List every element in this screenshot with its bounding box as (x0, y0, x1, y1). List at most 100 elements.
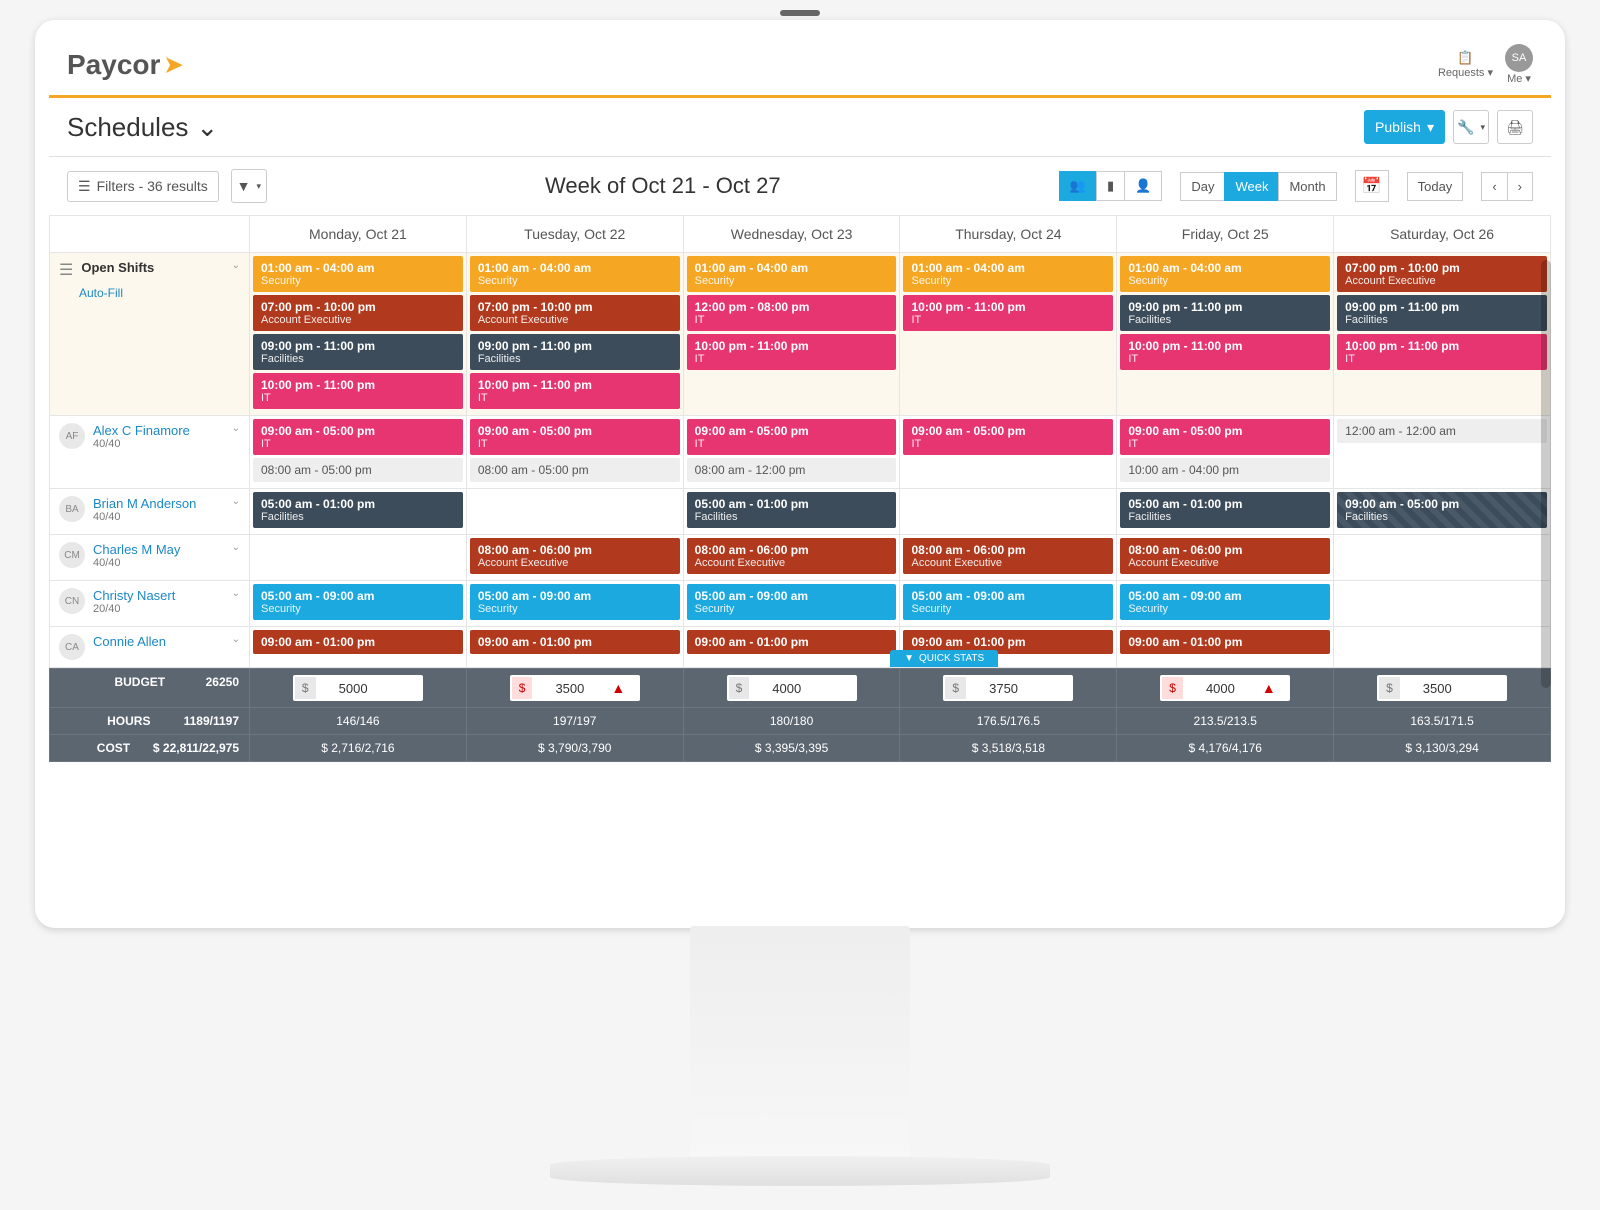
today-button[interactable]: Today (1407, 172, 1464, 201)
chevron-down-icon[interactable]: ⌄ (232, 588, 240, 599)
calendar-picker-button[interactable]: 📅 (1355, 170, 1389, 202)
shift-block[interactable]: 10:00 am - 04:00 pm (1120, 458, 1330, 482)
shift-block[interactable]: 09:00 pm - 11:00 pmFacilities (1120, 295, 1330, 331)
scrollbar[interactable] (1541, 260, 1551, 688)
shift-block[interactable]: 01:00 am - 04:00 amSecurity (470, 256, 680, 292)
shift-block[interactable]: 12:00 am - 12:00 am (1337, 419, 1547, 443)
employee-row-header[interactable]: AFAlex C Finamore40/40⌄ (53, 419, 246, 454)
chevron-down-icon[interactable]: ⌄ (232, 423, 240, 434)
shift-block[interactable]: 09:00 am - 01:00 pm (687, 630, 897, 654)
chevron-down-icon[interactable]: ⌄ (232, 542, 240, 553)
auto-fill-link[interactable]: Auto-Fill (79, 286, 246, 300)
print-button[interactable]: 🖨 (1497, 110, 1533, 144)
shift-block[interactable]: 07:00 pm - 10:00 pmAccount Executive (253, 295, 463, 331)
shift-block[interactable]: 12:00 pm - 08:00 pmIT (687, 295, 897, 331)
chevron-down-icon[interactable]: ⌄ (232, 634, 240, 645)
filter-dropdown-button[interactable]: ▼▾ (231, 169, 267, 203)
shift-block[interactable]: 09:00 am - 01:00 pm (470, 630, 680, 654)
shift-block[interactable]: 08:00 am - 06:00 pmAccount Executive (470, 538, 680, 574)
shift-block[interactable]: 05:00 am - 09:00 amSecurity (687, 584, 897, 620)
shift-block[interactable]: 01:00 am - 04:00 amSecurity (1120, 256, 1330, 292)
hours-cell: 146/146 (250, 708, 467, 735)
view-person-icon[interactable]: 👤 (1124, 171, 1162, 201)
week-view[interactable]: Week (1224, 172, 1279, 201)
tools-button[interactable]: 🔧▾ (1453, 110, 1489, 144)
shift-block[interactable]: 10:00 pm - 11:00 pmIT (1120, 334, 1330, 370)
budget-input[interactable] (1183, 681, 1258, 696)
shift-block[interactable]: 05:00 am - 09:00 amSecurity (1120, 584, 1330, 620)
employee-hours: 20/40 (93, 603, 175, 615)
prev-button[interactable]: ‹ (1481, 172, 1507, 201)
shift-role: Security (478, 603, 672, 615)
shift-block[interactable]: 10:00 pm - 11:00 pmIT (687, 334, 897, 370)
chevron-down-icon[interactable]: ⌄ (232, 260, 240, 271)
requests-menu[interactable]: 📋 Requests ▾ (1438, 50, 1493, 79)
publish-button[interactable]: Publish ▾ (1364, 110, 1445, 144)
day-view[interactable]: Day (1180, 172, 1225, 201)
budget-input[interactable] (532, 681, 607, 696)
shift-block[interactable]: 08:00 am - 06:00 pmAccount Executive (903, 538, 1113, 574)
shift-block[interactable]: 05:00 am - 01:00 pmFacilities (687, 492, 897, 528)
budget-input-wrap: $▲ (1160, 675, 1290, 701)
shift-block[interactable]: 10:00 pm - 11:00 pmIT (1337, 334, 1547, 370)
next-button[interactable]: › (1507, 172, 1533, 201)
shift-block[interactable]: 10:00 pm - 11:00 pmIT (903, 295, 1113, 331)
shift-role: IT (478, 438, 672, 450)
shift-role: Security (261, 275, 455, 287)
shift-block[interactable]: 05:00 am - 01:00 pmFacilities (1120, 492, 1330, 528)
shift-block[interactable]: 05:00 am - 09:00 amSecurity (903, 584, 1113, 620)
employee-row-header[interactable]: BABrian M Anderson40/40⌄ (53, 492, 246, 527)
shift-block[interactable]: 08:00 am - 05:00 pm (470, 458, 680, 482)
page-title-dropdown[interactable]: Schedules ⌄ (67, 112, 218, 143)
shift-block[interactable]: 09:00 am - 05:00 pmIT (1120, 419, 1330, 455)
shift-block[interactable]: 08:00 am - 12:00 pm (687, 458, 897, 482)
shift-block[interactable]: 09:00 am - 05:00 pmIT (253, 419, 463, 455)
me-menu[interactable]: SA Me ▾ (1505, 44, 1533, 85)
filters-button[interactable]: ☰ Filters - 36 results (67, 171, 219, 202)
shift-block[interactable]: 08:00 am - 06:00 pmAccount Executive (1120, 538, 1330, 574)
shift-block[interactable]: 07:00 pm - 10:00 pmAccount Executive (1337, 256, 1547, 292)
shift-block[interactable]: 09:00 am - 01:00 pm (253, 630, 463, 654)
shift-block[interactable]: 05:00 am - 09:00 amSecurity (253, 584, 463, 620)
shift-block[interactable]: 08:00 am - 06:00 pmAccount Executive (687, 538, 897, 574)
shift-block[interactable]: 05:00 am - 09:00 amSecurity (470, 584, 680, 620)
hamburger-icon[interactable]: ☰ (59, 260, 73, 280)
shift-block[interactable]: 05:00 am - 01:00 pmFacilities (253, 492, 463, 528)
budget-input[interactable] (966, 681, 1041, 696)
employee-name: Charles M May (93, 542, 180, 557)
shift-time: 05:00 am - 01:00 pm (261, 497, 455, 511)
budget-input[interactable] (749, 681, 824, 696)
shift-time: 09:00 am - 01:00 pm (261, 635, 455, 649)
shift-block[interactable]: 09:00 am - 05:00 pmIT (687, 419, 897, 455)
month-view[interactable]: Month (1278, 172, 1336, 201)
view-doc-icon[interactable]: ▮ (1096, 171, 1125, 201)
shift-block[interactable]: 01:00 am - 04:00 amSecurity (903, 256, 1113, 292)
shift-time: 10:00 pm - 11:00 pm (261, 378, 455, 392)
view-team-icon[interactable]: 👥 (1059, 171, 1097, 201)
dollar-icon: $ (729, 677, 750, 699)
cost-cell: $ 3,395/3,395 (683, 735, 900, 762)
control-bar: ☰ Filters - 36 results ▼▾ Week of Oct 21… (49, 157, 1551, 215)
budget-input[interactable] (316, 681, 391, 696)
employee-row-header[interactable]: CNChristy Nasert20/40⌄ (53, 584, 246, 619)
shift-role: Security (695, 275, 889, 287)
employee-avatar: AF (59, 423, 85, 449)
quick-stats-toggle[interactable]: ▼ QUICK STATS (890, 650, 998, 667)
shift-block[interactable]: 10:00 pm - 11:00 pmIT (253, 373, 463, 409)
shift-block[interactable]: 09:00 am - 05:00 pmIT (470, 419, 680, 455)
shift-block[interactable]: 07:00 pm - 10:00 pmAccount Executive (470, 295, 680, 331)
shift-block[interactable]: 09:00 am - 05:00 pmFacilities (1337, 492, 1547, 528)
shift-block[interactable]: 01:00 am - 04:00 amSecurity (253, 256, 463, 292)
shift-block[interactable]: 08:00 am - 05:00 pm (253, 458, 463, 482)
chevron-down-icon[interactable]: ⌄ (232, 496, 240, 507)
shift-block[interactable]: 09:00 pm - 11:00 pmFacilities (1337, 295, 1547, 331)
budget-input[interactable] (1400, 681, 1475, 696)
employee-row-header[interactable]: CAConnie Allen⌄ (53, 630, 246, 664)
shift-block[interactable]: 09:00 am - 01:00 pm (1120, 630, 1330, 654)
shift-block[interactable]: 09:00 pm - 11:00 pmFacilities (470, 334, 680, 370)
shift-block[interactable]: 09:00 am - 05:00 pmIT (903, 419, 1113, 455)
shift-block[interactable]: 10:00 pm - 11:00 pmIT (470, 373, 680, 409)
shift-block[interactable]: 01:00 am - 04:00 amSecurity (687, 256, 897, 292)
employee-row-header[interactable]: CMCharles M May40/40⌄ (53, 538, 246, 573)
shift-block[interactable]: 09:00 pm - 11:00 pmFacilities (253, 334, 463, 370)
